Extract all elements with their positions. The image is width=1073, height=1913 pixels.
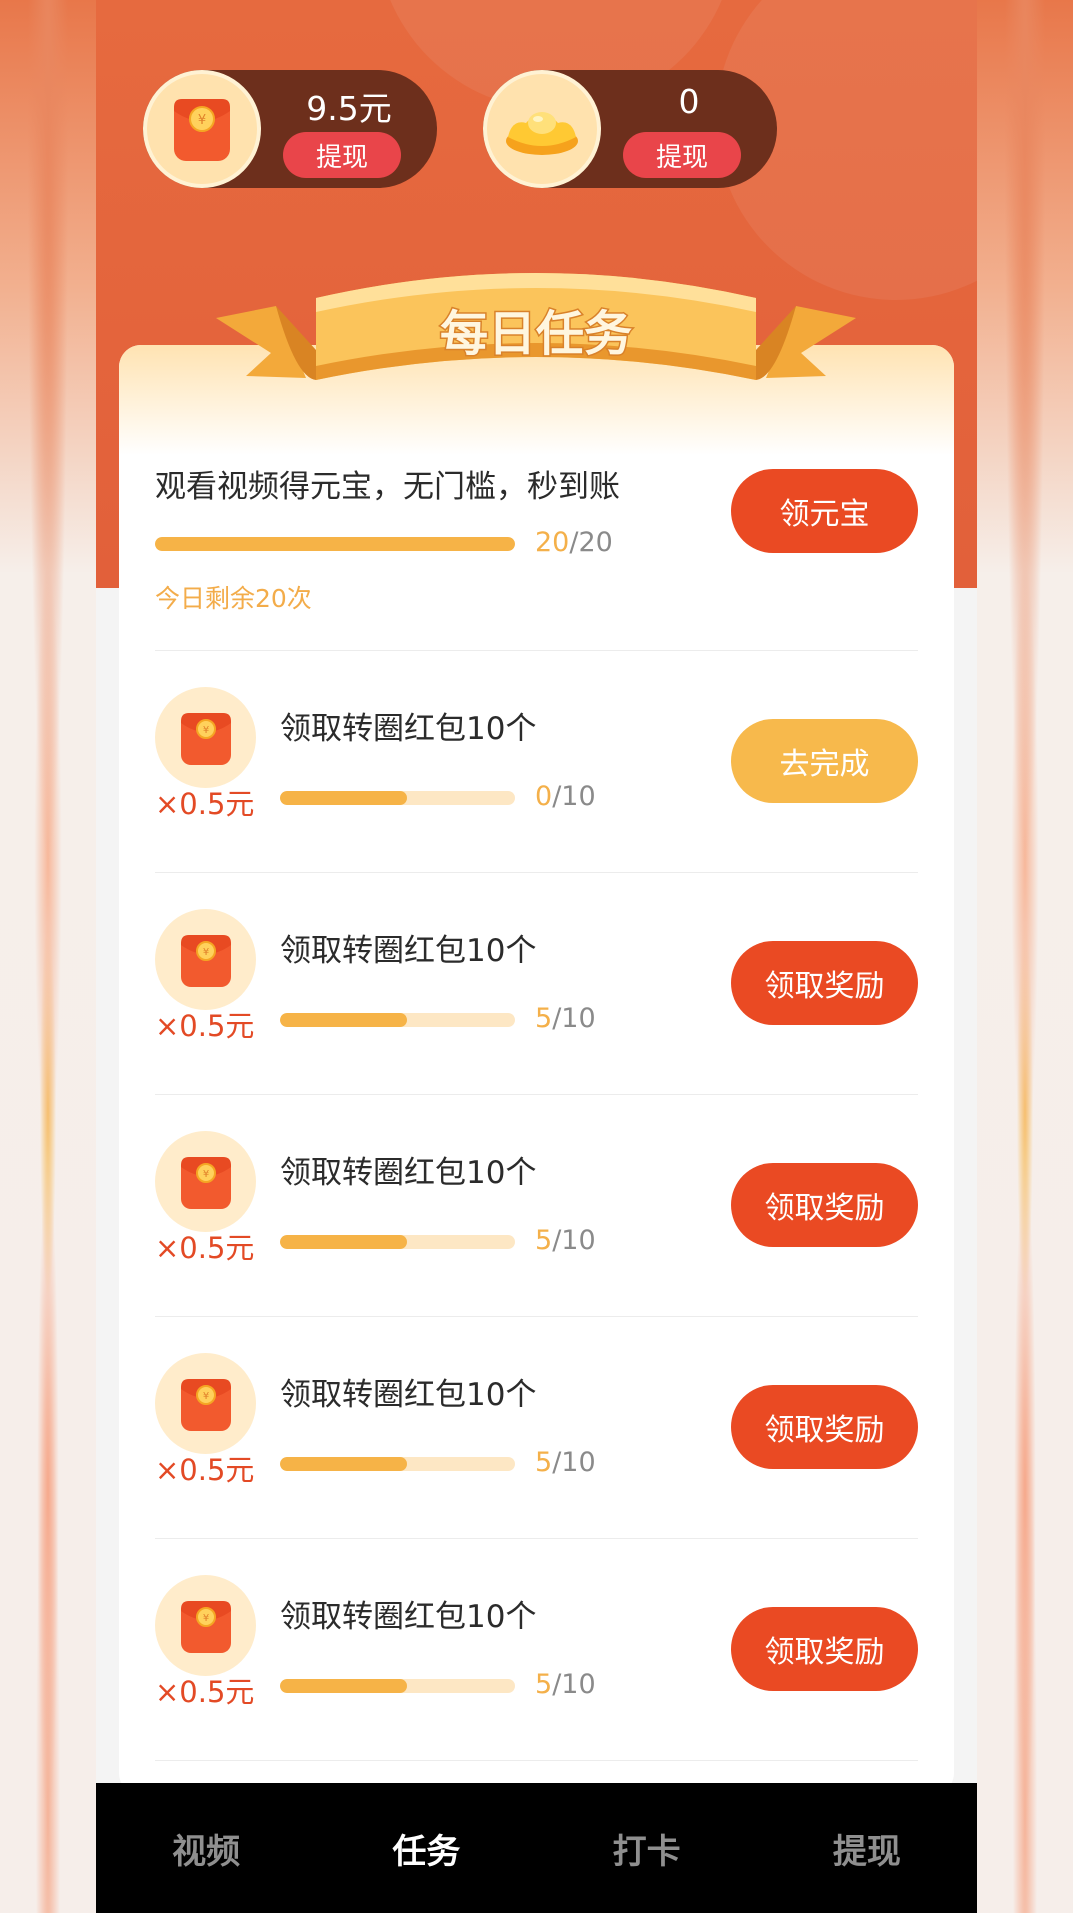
task-reward: ×0.5元 (155, 1231, 255, 1265)
task-reward: ×0.5元 (155, 1009, 255, 1043)
gold-ingot-icon (483, 70, 601, 188)
go-complete-button[interactable]: 去完成 (731, 719, 918, 803)
task-title: 领取转圈红包10个 (280, 1599, 537, 1635)
progress-count: 5/10 (535, 1669, 596, 1700)
cash-withdraw-button[interactable]: 提现 (283, 132, 401, 178)
svg-text:¥: ¥ (202, 947, 208, 958)
claim-reward-button[interactable]: 领取奖励 (731, 1163, 918, 1247)
svg-text:¥: ¥ (198, 113, 206, 128)
red-envelope-icon: ¥ (155, 1131, 256, 1232)
task-row: ¥ ×0.5元 领取转圈红包10个 0/10 去完成 (155, 651, 918, 873)
claim-reward-button[interactable]: 领取奖励 (731, 1385, 918, 1469)
svg-text:¥: ¥ (202, 1613, 208, 1624)
task-reward: ×0.5元 (155, 1675, 255, 1709)
task-row: ¥ ×0.5元 领取转圈红包10个 5/10 领取奖励 (155, 1539, 918, 1761)
progress-count: 5/10 (535, 1003, 596, 1034)
red-envelope-icon: ¥ (155, 1575, 256, 1676)
remaining-count: 今日剩余20次 (155, 584, 312, 613)
backdrop-right (977, 0, 1073, 1913)
red-envelope-icon: ¥ (155, 1353, 256, 1454)
progress-bar (280, 1235, 515, 1249)
red-envelope-icon: ¥ (143, 70, 261, 188)
progress-bar (280, 1679, 515, 1693)
progress-fill (280, 1457, 407, 1471)
progress-fill (280, 1679, 407, 1693)
progress-count: 20/20 (535, 527, 613, 558)
tab-video[interactable]: 视频 (96, 1783, 316, 1913)
cash-balance-pill: ¥ 9.5元 提现 (143, 70, 437, 188)
task-row: ¥ ×0.5元 领取转圈红包10个 5/10 领取奖励 (155, 1317, 918, 1539)
task-row: ¥ ×0.5元 领取转圈红包10个 5/10 领取奖励 (155, 1095, 918, 1317)
task-title: 领取转圈红包10个 (280, 711, 537, 747)
progress-count: 5/10 (535, 1447, 596, 1478)
task-title: 领取转圈红包10个 (280, 1377, 537, 1413)
progress-count: 5/10 (535, 1225, 596, 1256)
svg-text:¥: ¥ (202, 1169, 208, 1180)
daily-task-ribbon: 每日任务 (216, 273, 856, 380)
task-row: ¥ ×0.5元 领取转圈红包10个 5/10 领取奖励 (155, 873, 918, 1095)
progress-count: 0/10 (535, 781, 596, 812)
progress-bar (280, 791, 515, 805)
banner-title: 每日任务 (440, 306, 632, 362)
svg-text:¥: ¥ (202, 1391, 208, 1402)
task-reward: ×0.5元 (155, 787, 255, 821)
progress-fill (280, 1013, 407, 1027)
progress-bar (155, 537, 515, 551)
bottom-tab-bar: 视频 任务 打卡 提现 (96, 1783, 977, 1913)
claim-reward-button[interactable]: 领取奖励 (731, 941, 918, 1025)
claim-reward-button[interactable]: 领取奖励 (731, 1607, 918, 1691)
task-reward: ×0.5元 (155, 1453, 255, 1487)
progress-bar (280, 1457, 515, 1471)
task-title: 领取转圈红包10个 (280, 1155, 537, 1191)
cash-balance-amount: 9.5元 (306, 89, 392, 128)
ingot-balance-pill: 0 提现 (483, 70, 777, 188)
ingot-balance-amount: 0 (678, 82, 700, 121)
task-title: 观看视频得元宝，无门槛，秒到账 (155, 469, 620, 505)
progress-fill (155, 537, 515, 551)
progress-bar (280, 1013, 515, 1027)
tab-withdraw[interactable]: 提现 (757, 1783, 977, 1913)
svg-text:¥: ¥ (202, 725, 208, 736)
progress-fill (280, 791, 407, 805)
red-envelope-icon: ¥ (155, 909, 256, 1010)
progress-fill (280, 1235, 407, 1249)
watch-video-task: 观看视频得元宝，无门槛，秒到账 20/20 今日剩余20次 领元宝 (155, 461, 918, 651)
tab-tasks[interactable]: 任务 (316, 1783, 536, 1913)
claim-ingot-button[interactable]: 领元宝 (731, 469, 918, 553)
task-title: 领取转圈红包10个 (280, 933, 537, 969)
tab-checkin[interactable]: 打卡 (537, 1783, 757, 1913)
red-envelope-icon: ¥ (155, 687, 256, 788)
backdrop-left (0, 0, 96, 1913)
app-screen: ¥ 9.5元 提现 0 提现 每日任务 观看视频得元宝，无门槛，秒到账 20/2… (96, 0, 977, 1913)
ingot-withdraw-button[interactable]: 提现 (623, 132, 741, 178)
